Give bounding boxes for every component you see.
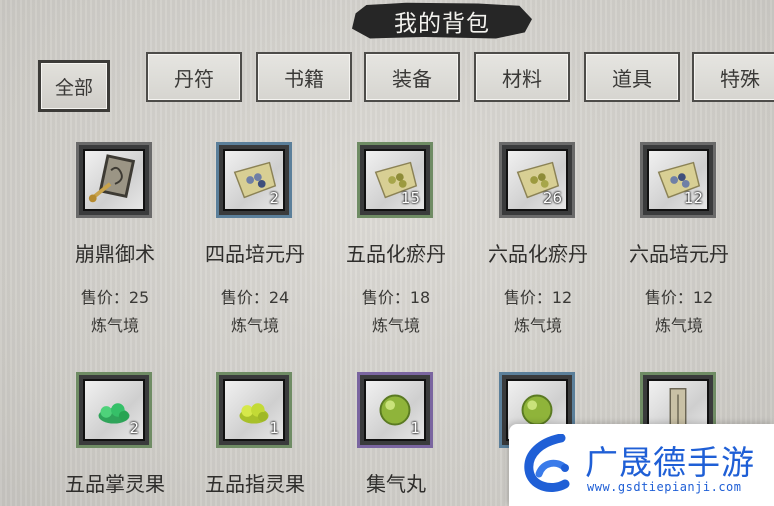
- item-slot[interactable]: [76, 142, 152, 218]
- item-realm: 炼气境: [654, 316, 703, 335]
- tab-props[interactable]: 道具: [584, 52, 680, 102]
- item-slot[interactable]: 15: [357, 142, 433, 218]
- item-slot[interactable]: 26: [499, 142, 575, 218]
- title-banner: 我的背包: [352, 0, 532, 44]
- item-price: 售价：25: [80, 288, 150, 307]
- tab-materials[interactable]: 材料: [474, 52, 570, 102]
- item-realm: 炼气境: [371, 316, 420, 335]
- item-slot[interactable]: 1: [357, 372, 433, 448]
- tab-all[interactable]: 全部: [38, 60, 110, 112]
- item-name: 崩鼎御术: [75, 242, 155, 266]
- item-name: 五品掌灵果: [65, 472, 165, 496]
- page-title: 我的背包: [394, 11, 490, 37]
- item-slot[interactable]: 1: [216, 372, 292, 448]
- item-name: 五品指灵果: [205, 472, 305, 496]
- item-count: 2: [129, 419, 139, 437]
- item-name: 六品化瘀丹: [488, 242, 588, 266]
- item-count: 15: [400, 189, 420, 207]
- tab-pills-talismans[interactable]: 丹符: [146, 52, 242, 102]
- item-count: 2: [269, 189, 279, 207]
- watermark-logo-icon: [521, 433, 577, 498]
- scroll-book-icon: [85, 151, 143, 209]
- item-slot[interactable]: 12: [640, 142, 716, 218]
- item-price: 售价：24: [220, 288, 290, 307]
- watermark-url: www.gsdtiepianji.com: [587, 480, 742, 494]
- item-price: 售价：18: [361, 288, 431, 307]
- item-realm: 炼气境: [513, 316, 562, 335]
- item-price: 售价：12: [644, 288, 714, 307]
- item-count: 12: [683, 189, 703, 207]
- watermark-name: 广晟德手游: [585, 443, 755, 482]
- item-name: 集气丸: [366, 472, 426, 496]
- item-count: 26: [542, 189, 562, 207]
- item-name: 六品培元丹: [629, 242, 729, 266]
- watermark-banner: 广晟德手游 www.gsdtiepianji.com: [509, 424, 774, 506]
- item-slot[interactable]: 2: [216, 142, 292, 218]
- item-count: 1: [269, 419, 279, 437]
- tab-special[interactable]: 特殊: [692, 52, 774, 102]
- item-name: 五品化瘀丹: [346, 242, 446, 266]
- item-realm: 炼气境: [230, 316, 279, 335]
- item-realm: 炼气境: [90, 316, 139, 335]
- item-name: 四品培元丹: [205, 242, 305, 266]
- tab-equipment[interactable]: 装备: [364, 52, 460, 102]
- item-price: 售价：12: [503, 288, 573, 307]
- tab-books[interactable]: 书籍: [256, 52, 352, 102]
- item-slot[interactable]: 2: [76, 372, 152, 448]
- item-count: 1: [410, 419, 420, 437]
